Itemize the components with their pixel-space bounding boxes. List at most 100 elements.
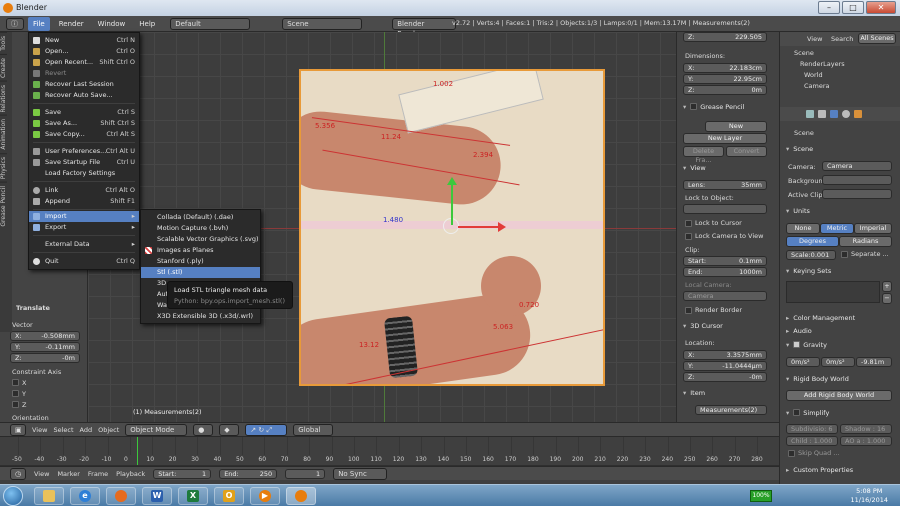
import-bvh[interactable]: Motion Capture (.bvh) [141,223,260,234]
menu-item-save-startup[interactable]: Save Startup File Ctrl U [29,157,139,168]
3d-cursor-header[interactable]: 3D Cursor [683,322,723,330]
import-x3d[interactable]: X3D Extensible 3D (.x3d/.wrl) [141,311,260,322]
dimension-x-field[interactable]: X: 22.183cm [683,63,767,73]
grease-pencil-checkbox[interactable] [690,103,698,110]
lock-object-field[interactable] [683,204,767,214]
viewport-view-menu[interactable]: View [32,426,47,434]
menu-item-load-factory[interactable]: Load Factory Settings [29,168,139,179]
all-scenes-select[interactable]: All Scenes [858,33,896,44]
subdivision-field[interactable]: Subdivisio: 6 [786,424,838,434]
constraint-z-checkbox[interactable] [12,401,19,408]
import-images-as-planes[interactable]: Images as Planes [141,245,260,256]
timeline-view-menu[interactable]: View [34,470,49,478]
taskbar-explorer[interactable] [34,487,64,505]
taskbar-excel[interactable]: X [178,487,208,505]
clip-start-field[interactable]: Start: 0.1mm [683,256,767,266]
scene-tab-icon[interactable] [830,110,838,118]
menu-item-external-data[interactable]: External Data ▸ [29,239,139,250]
import-stl[interactable]: Stl (.stl) [141,267,260,278]
menu-item-link[interactable]: Link Ctrl Alt O [29,185,139,196]
cursor-x-field[interactable]: X: 3.3575mm [683,350,767,360]
tab-animation[interactable]: Animation [0,115,7,153]
menu-item-export[interactable]: Export ▸ [29,222,139,233]
remove-keying-set-button[interactable]: − [882,293,892,304]
new-layer-button[interactable]: New Layer [683,133,767,144]
gravity-x-field[interactable]: 0m/s² [786,357,820,367]
add-rigid-body-button[interactable]: Add Rigid Body World [786,390,892,401]
import-ply[interactable]: Stanford (.ply) [141,256,260,267]
transform-orientation-select[interactable]: Global [293,423,334,436]
taskbar-blender[interactable] [286,487,316,505]
manipulator-buttons[interactable]: ↗ ↻ ⤢ [245,423,288,436]
viewport-add-menu[interactable]: Add [80,426,93,434]
menu-item-new[interactable]: New Ctrl N [29,35,139,46]
convert-button[interactable]: Convert [726,146,767,157]
maximize-button[interactable]: □ [842,1,864,14]
gravity-z-field[interactable]: -9.81m [856,357,892,367]
battery-indicator[interactable]: 100% [750,490,772,502]
outliner-row-renderlayers[interactable]: RenderLayers [800,60,845,68]
menu-item-recover-auto[interactable]: Recover Auto Save... [29,90,139,101]
menu-item-save-as[interactable]: Save As... Shift Ctrl S [29,118,139,129]
dimension-z-field[interactable]: Z: 0m [683,85,767,95]
y-arrow-handle[interactable] [451,181,453,225]
gravity-header[interactable]: Gravity [786,340,827,349]
layout-select[interactable]: Default [170,17,251,30]
unit-scale-field[interactable]: Scale:0.001 [786,250,836,260]
import-svg[interactable]: Scalable Vector Graphics (.svg) [141,234,260,245]
background-field[interactable] [822,175,892,185]
taskbar-outlook[interactable]: O [214,487,244,505]
view-section-header[interactable]: View [683,164,705,172]
timeline-marker-menu[interactable]: Marker [57,470,79,478]
tab-tools[interactable]: Tools [0,32,7,54]
ao-sss-field[interactable]: AO a : 1.000 [840,436,892,446]
constraint-x-checkbox[interactable] [12,379,19,386]
menu-render[interactable]: Render [54,17,89,31]
grease-new-button[interactable]: New [705,121,767,132]
import-collada[interactable]: Collada (Default) (.dae) [141,212,260,223]
pivot-select-icon[interactable]: ◆ [219,423,240,436]
separate-units-checkbox[interactable] [841,251,848,258]
color-management-header[interactable]: Color Management [786,314,855,322]
render-layers-tab-icon[interactable] [818,110,826,118]
active-clip-field[interactable] [822,189,892,199]
start-button[interactable] [3,486,23,506]
outliner-view-menu[interactable]: View [807,35,822,43]
close-button[interactable]: ✕ [866,1,896,14]
units-imperial-button[interactable]: Imperial [854,223,892,234]
vector-y-field[interactable]: Y: -0.11mm [10,342,80,352]
timeline-playback-menu[interactable]: Playback [116,470,145,478]
simplify-checkbox[interactable] [793,409,801,416]
minimize-button[interactable]: – [818,1,840,14]
outliner-row-camera[interactable]: Camera [804,82,830,90]
tab-create[interactable]: Create [0,53,7,81]
keying-sets-list[interactable] [786,281,880,303]
object-tab-icon[interactable] [854,110,862,118]
menu-item-user-prefs[interactable]: User Preferences... Ctrl Alt U [29,146,139,157]
tab-grease-pencil[interactable]: Grease Pencil [0,182,7,230]
item-name-field[interactable]: Measurements(2) [695,405,767,415]
system-clock[interactable]: 5:08 PM 11/16/2014 [851,487,888,505]
scene-section-header[interactable]: Scene [786,145,813,153]
constraint-y-checkbox[interactable] [12,390,19,397]
viewport-select-menu[interactable]: Select [53,426,73,434]
render-engine-select[interactable]: Blender Render [392,17,457,38]
units-header[interactable]: Units [786,207,810,215]
lens-field[interactable]: Lens: 35mm [683,180,767,190]
menu-item-import[interactable]: Import ▸ [29,211,139,222]
lock-cursor-checkbox[interactable] [685,220,692,227]
cursor-z-field[interactable]: Z: -0m [683,372,767,382]
menu-help[interactable]: Help [134,17,160,31]
outliner-search-menu[interactable]: Search [831,35,853,43]
gravity-y-field[interactable]: 0m/s² [821,357,855,367]
taskbar-media[interactable]: ▶ [250,487,280,505]
timeline-frame-menu[interactable]: Frame [88,470,108,478]
simplify-header[interactable]: Simplify [786,408,829,417]
viewport-object-menu[interactable]: Object [98,426,119,434]
timeline-editor-type-icon[interactable]: ◷ [10,467,26,480]
current-frame-field[interactable]: 1 [285,468,326,479]
editor-type-icon[interactable]: ⓘ [6,17,24,30]
grease-pencil-header[interactable]: Grease Pencil [683,102,744,111]
frame-start-field[interactable]: Start: 1 [153,468,212,479]
menu-file[interactable]: File [28,16,50,31]
